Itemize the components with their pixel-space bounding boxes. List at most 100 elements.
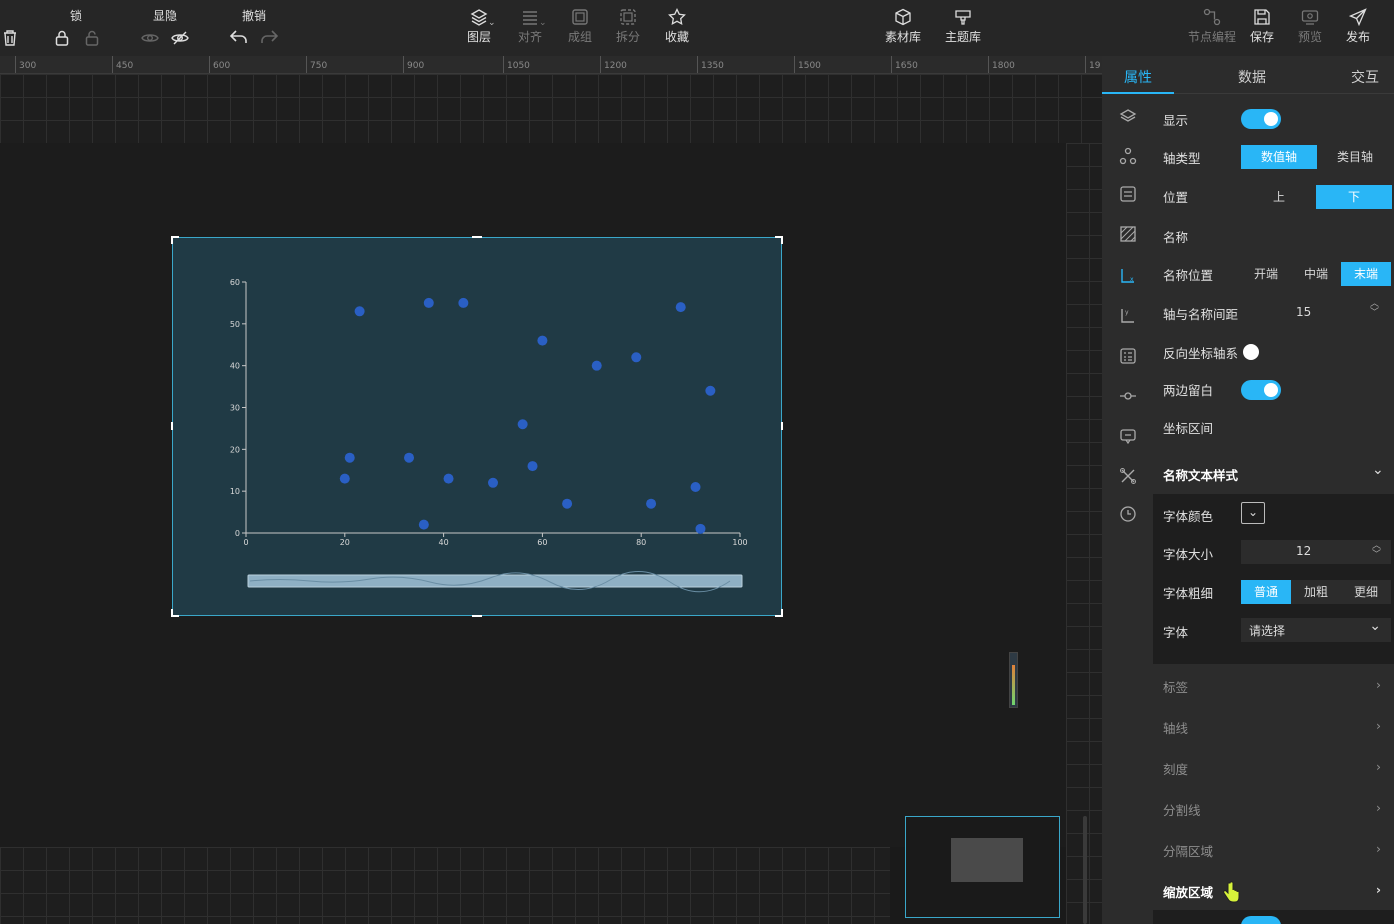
scatter-point xyxy=(646,498,657,509)
minimap[interactable] xyxy=(905,816,1060,918)
section-split-area-row[interactable]: 分隔区域 › xyxy=(1163,841,1389,860)
tab-interaction[interactable]: 交互 xyxy=(1351,67,1379,87)
material-library-label: 素材库 xyxy=(884,30,921,44)
layers-icon[interactable] xyxy=(1118,107,1138,127)
ruler-tick: 750 xyxy=(306,56,327,73)
visibility-group-label: 显隐 xyxy=(153,9,178,23)
svg-text:y: y xyxy=(1125,309,1129,316)
stepper-arrows-icon[interactable]: ︿ ﹀ xyxy=(1372,542,1381,560)
chevron-down-icon[interactable]: ⌄ xyxy=(1372,462,1384,478)
material-library-button[interactable]: 素材库 xyxy=(883,0,923,45)
axis-type-label: 轴类型 xyxy=(1163,151,1201,166)
tab-data[interactable]: 数据 xyxy=(1238,67,1266,87)
resize-handle[interactable] xyxy=(171,422,173,430)
tooltip-icon[interactable] xyxy=(1118,426,1138,446)
position-top-button[interactable]: 上 xyxy=(1241,185,1317,209)
tools-icon[interactable] xyxy=(1118,466,1138,486)
section-label-row[interactable]: 标签 › xyxy=(1163,677,1389,696)
vertical-scrollbar[interactable] xyxy=(1083,816,1087,924)
resize-handle[interactable] xyxy=(171,236,173,244)
hand-cursor-icon xyxy=(1223,881,1240,903)
theme-library-label: 主题库 xyxy=(944,30,981,44)
resize-handle[interactable] xyxy=(472,236,482,238)
ungroup-icon xyxy=(620,9,636,25)
save-button[interactable]: 保存 xyxy=(1242,0,1282,45)
name-position-start-button[interactable]: 开端 xyxy=(1241,262,1291,286)
resize-handle[interactable] xyxy=(472,615,482,617)
legend-icon[interactable] xyxy=(1118,346,1138,366)
undo-icon[interactable] xyxy=(229,27,249,47)
settings-panel-icon[interactable] xyxy=(1118,184,1138,204)
x-axis-icon[interactable]: x xyxy=(1118,266,1138,286)
minimap-viewport[interactable] xyxy=(951,838,1023,882)
name-position-end-button[interactable]: 末端 xyxy=(1341,262,1391,286)
resize-handle[interactable] xyxy=(781,422,783,430)
font-weight-label: 字体粗细 xyxy=(1163,586,1214,601)
name-text-style-header[interactable]: 名称文本样式 xyxy=(1163,465,1238,484)
undo-group-label: 撤销 xyxy=(242,9,267,23)
name-label: 名称 xyxy=(1163,230,1189,245)
show-toggle[interactable] xyxy=(1241,109,1281,129)
position-bottom-button[interactable]: 下 xyxy=(1316,185,1392,209)
scatter-point xyxy=(344,452,355,463)
y-tick-label: 30 xyxy=(230,404,240,413)
name-position-middle-button[interactable]: 中端 xyxy=(1291,262,1341,286)
scatter-point xyxy=(562,498,573,509)
unlock-icon[interactable] xyxy=(82,28,102,48)
lock-icon[interactable] xyxy=(52,28,72,48)
section-label: 刻度 xyxy=(1163,762,1189,777)
reverse-axis-toggle[interactable] xyxy=(1243,344,1259,360)
series-icon[interactable] xyxy=(1118,386,1138,406)
nodes-icon[interactable] xyxy=(1118,146,1138,166)
font-weight-lighter-button[interactable]: 更细 xyxy=(1341,580,1391,604)
section-zoom-area-row[interactable]: 缩放区域 › xyxy=(1163,882,1389,901)
preview-button[interactable]: 预览 xyxy=(1290,0,1330,45)
node-programming-button[interactable]: 节点编程 xyxy=(1182,0,1242,45)
eye-off-icon[interactable] xyxy=(170,28,190,48)
scatter-point xyxy=(443,473,454,484)
font-weight-normal-button[interactable]: 普通 xyxy=(1241,580,1291,604)
clock-icon[interactable] xyxy=(1118,504,1138,524)
section-split-line-row[interactable]: 分割线 › xyxy=(1163,800,1389,819)
publish-button[interactable]: 发布 xyxy=(1338,0,1378,45)
ruler-tick: 1200 xyxy=(600,56,627,73)
align-chevron-icon[interactable]: ⌄ xyxy=(539,18,547,28)
group-button[interactable]: 成组 xyxy=(560,0,600,45)
theme-library-button[interactable]: 主题库 xyxy=(943,0,983,45)
redo-icon[interactable] xyxy=(259,27,279,47)
font-size-input[interactable]: 12 ︿ ﹀ xyxy=(1241,540,1391,564)
delete-icon[interactable] xyxy=(0,28,20,48)
axis-type-category-button[interactable]: 类目轴 xyxy=(1317,145,1393,169)
font-weight-bold-button[interactable]: 加粗 xyxy=(1291,580,1341,604)
scatter-point xyxy=(418,519,429,530)
font-color-picker[interactable]: ⌄ xyxy=(1241,502,1265,524)
scatter-point xyxy=(423,297,434,308)
tab-properties[interactable]: 属性 xyxy=(1124,67,1152,87)
axis-type-value-button[interactable]: 数值轴 xyxy=(1241,145,1317,169)
x-tick-label: 80 xyxy=(636,538,646,547)
eye-icon[interactable] xyxy=(140,28,160,48)
section-axis-line-row[interactable]: 轴线 › xyxy=(1163,718,1389,737)
resize-handle[interactable] xyxy=(171,609,173,617)
scatter-point xyxy=(339,473,350,484)
ruler-tick: 1050 xyxy=(503,56,530,73)
resize-handle[interactable] xyxy=(781,236,783,244)
node-icon xyxy=(1203,8,1221,26)
resize-handle[interactable] xyxy=(781,609,783,617)
boundary-gap-toggle[interactable] xyxy=(1241,380,1281,400)
pattern-icon[interactable] xyxy=(1118,224,1138,244)
name-gap-input[interactable]: 15 xyxy=(1296,300,1311,324)
scatter-point xyxy=(695,523,706,534)
svg-text:x: x xyxy=(1130,276,1134,283)
x-tick-label: 40 xyxy=(439,538,449,547)
section-tick-row[interactable]: 刻度 › xyxy=(1163,759,1389,778)
layers-chevron-icon[interactable]: ⌄ xyxy=(488,18,496,28)
favorite-button[interactable]: 收藏 xyxy=(657,0,697,45)
font-family-select[interactable]: 请选择 ⌄ xyxy=(1241,618,1391,642)
y-axis-icon[interactable]: y xyxy=(1118,306,1138,326)
selected-chart-component[interactable]: 0 10 20 30 40 50 60 0 20 40 60 80 100 xyxy=(172,237,782,616)
show-label: 显示 xyxy=(1163,113,1189,128)
stepper-arrows-icon[interactable]: ︿ ﹀ xyxy=(1370,300,1379,318)
ungroup-button[interactable]: 拆分 xyxy=(608,0,648,45)
scatter-point xyxy=(527,461,538,472)
